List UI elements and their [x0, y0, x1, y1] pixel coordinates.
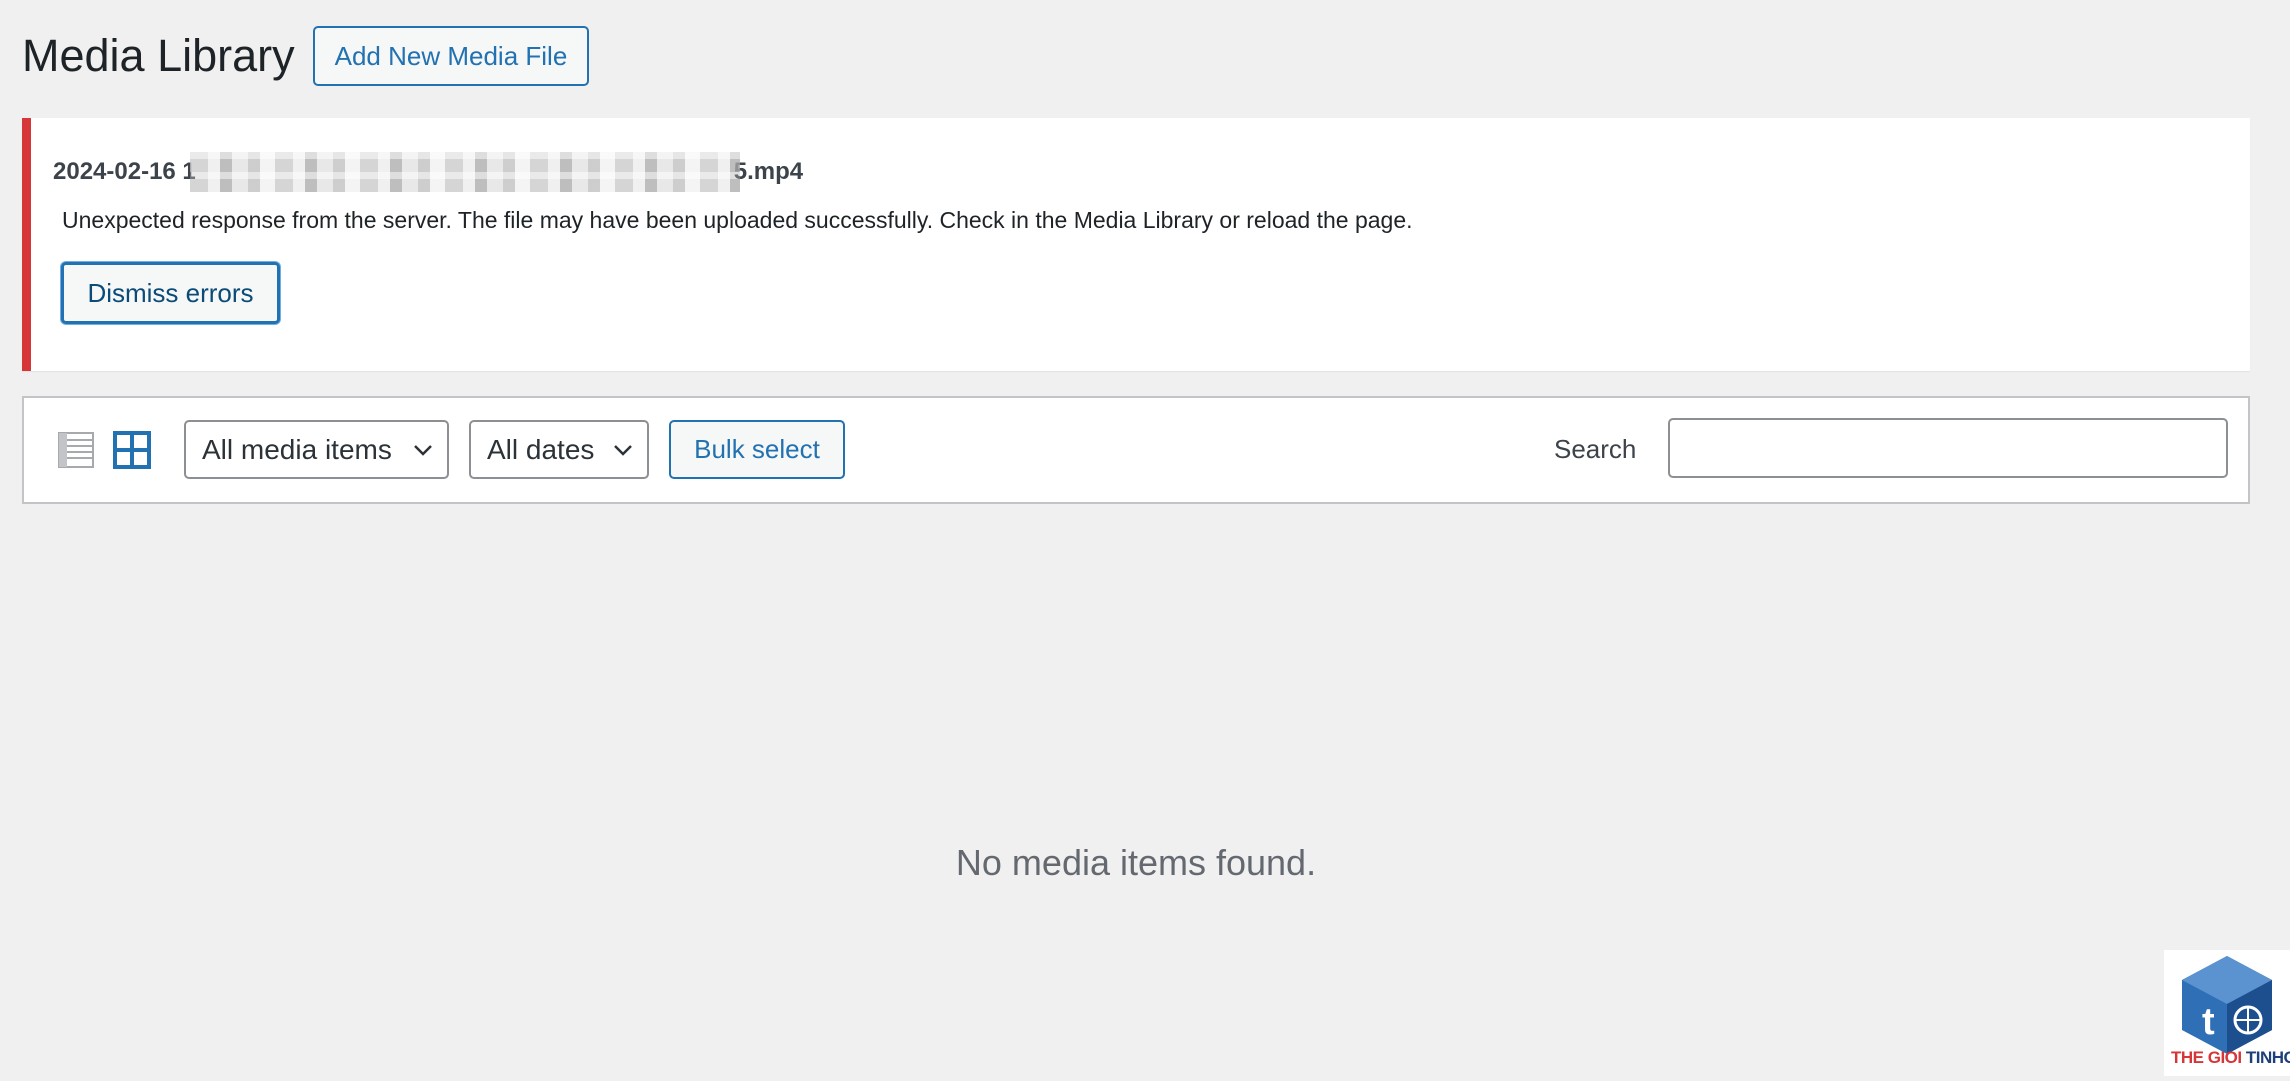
error-message: Unexpected response from the server. The… [62, 207, 1413, 233]
list-view-icon[interactable] [58, 432, 94, 468]
empty-state-message: No media items found. [955, 842, 1317, 883]
chevron-down-icon [614, 445, 632, 456]
svg-text:t: t [2202, 1001, 2215, 1043]
date-filter-select[interactable]: All dates [469, 420, 649, 479]
date-filter-value: All dates [487, 433, 595, 465]
grid-view-icon[interactable] [113, 431, 151, 469]
add-new-media-button[interactable]: Add New Media File [312, 26, 590, 86]
dismiss-errors-button[interactable]: Dismiss errors [61, 262, 280, 324]
watermark-brand-red: THE GIOI [2171, 1048, 2242, 1067]
search-label: Search [1554, 434, 1637, 464]
page-title: Media Library [22, 30, 295, 81]
media-type-value: All media items [202, 433, 392, 465]
page-header: Media Library Add New Media File [22, 26, 590, 86]
file-name-suffix: 5.mp4 [733, 158, 804, 185]
search-input[interactable] [1668, 418, 2228, 478]
file-name-prefix: 2024-02-16 1 [53, 158, 196, 185]
error-file-name: 2024-02-16 1 5.mp4 [53, 152, 803, 192]
watermark-brand: THE GIOI TINHOC [2171, 1048, 2290, 1068]
media-type-select[interactable]: All media items [184, 420, 449, 479]
watermark-brand-dark: TINHOC [2245, 1048, 2290, 1067]
file-name-redaction [189, 152, 740, 192]
bulk-select-button[interactable]: Bulk select [669, 420, 845, 479]
chevron-down-icon [414, 445, 432, 456]
